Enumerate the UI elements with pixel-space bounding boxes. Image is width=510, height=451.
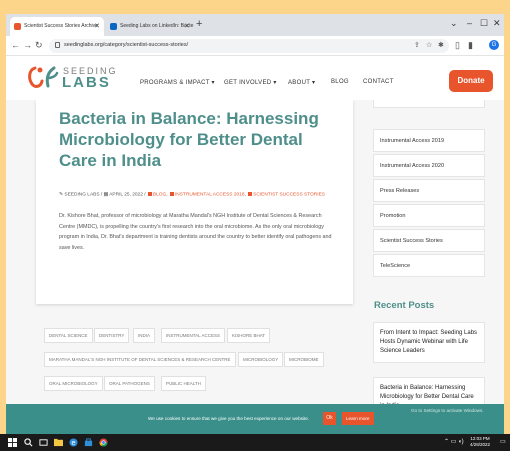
reload-icon[interactable]: ↻ — [35, 40, 43, 51]
post-excerpt: Dr. Kishore Bhat, professor of microbiol… — [59, 213, 332, 251]
taskbar: e ⌃ ▭ ◖) 12:03 PM 4/28/2022 ▭ — [0, 434, 510, 451]
recent-post-link[interactable]: Bacteria in Balance: Harnessing Microbio… — [373, 377, 485, 404]
nav-contact[interactable]: CONTACT — [363, 79, 394, 85]
nav-blog[interactable]: BLOG — [331, 79, 349, 85]
search-icon[interactable] — [24, 438, 33, 447]
edge-browser-icon[interactable]: e — [69, 438, 78, 447]
seeding-labs-favicon-icon — [14, 23, 21, 30]
taskbar-clock[interactable]: 12:03 PM 4/28/2022 — [470, 436, 490, 448]
tag-chip[interactable]: ORAL MICROBIOLOGY — [44, 376, 103, 391]
back-arrow-icon[interactable]: ← — [11, 40, 20, 50]
cookie-learn-more-button[interactable]: Learn more — [342, 412, 374, 425]
tab-label: Scientist Success Stories Archive — [24, 23, 98, 29]
folder-icon — [248, 192, 253, 196]
windows-activation-watermark: Go to Settings to activate Windows. — [411, 408, 484, 413]
sidebar-category-link[interactable]: Press Releases — [373, 179, 485, 202]
post-card: Bacteria in Balance: Harnessing Microbio… — [36, 100, 353, 304]
nav-programs-impact[interactable]: PROGRAMS & IMPACT ▾ — [140, 79, 215, 86]
store-icon[interactable] — [84, 438, 93, 447]
profile-avatar[interactable]: G — [489, 40, 499, 50]
close-tab-icon[interactable]: ✕ — [184, 22, 190, 30]
sidebar-category-link[interactable]: Scientist Success Stories — [373, 229, 485, 252]
lock-icon — [55, 42, 60, 48]
tag-chip[interactable]: INSTRUMENTAL ACCESS — [161, 328, 226, 343]
tab-search-icon[interactable]: ⌄ — [450, 18, 458, 29]
file-explorer-icon[interactable] — [54, 438, 63, 447]
bookmark-star-icon[interactable]: ☆ — [426, 41, 432, 49]
sidebar-category-link[interactable]: Promotion — [373, 204, 485, 227]
category-instrumental-access[interactable]: INSTRUMENTAL ACCESS 2018 — [175, 192, 245, 197]
sidebar-category-link[interactable] — [373, 100, 485, 108]
logo-wordmark-bottom: LABS — [62, 74, 111, 91]
system-tray-icons[interactable]: ⌃ ▭ ◖) — [444, 438, 464, 445]
minimize-icon[interactable]: – — [467, 18, 472, 28]
task-view-icon[interactable] — [39, 438, 48, 447]
extensions-icon[interactable]: ✱ — [438, 41, 444, 49]
toolbar: ← → ↻ seedinglabs.org/category/scientist… — [6, 36, 504, 56]
new-tab-button[interactable]: + — [196, 18, 202, 30]
sidebar-category-link[interactable]: Instrumental Access 2020 — [373, 154, 485, 177]
side-panel-icon[interactable]: ▯ — [455, 40, 460, 51]
main-content: Bacteria in Balance: Harnessing Microbio… — [6, 100, 504, 404]
tag-chip[interactable]: MARATHA MANDAL'S NGH INSTITUTE OF DENTAL… — [44, 352, 236, 367]
address-bar[interactable]: seedinglabs.org/category/scientist-succe… — [49, 39, 449, 53]
tag-chip[interactable]: MICROBIOLOGY — [238, 352, 284, 367]
sidebar-category-link[interactable]: TeleScience — [373, 254, 485, 277]
forward-arrow-icon[interactable]: → — [23, 40, 32, 50]
sidebar-icon[interactable]: ▮ — [468, 40, 473, 51]
browser-window: Scientist Success Stories Archive ✕ Seed… — [6, 14, 504, 434]
clock-date: 4/28/2022 — [470, 442, 491, 447]
url-text[interactable]: seedinglabs.org/category/scientist-succe… — [64, 42, 188, 48]
folder-icon — [147, 192, 152, 196]
cookie-message: We use cookies to ensure that we give yo… — [148, 416, 310, 421]
svg-text:e: e — [72, 438, 76, 447]
tag-chip[interactable]: ORAL PATHOGENS — [104, 376, 155, 391]
category-blog[interactable]: BLOG — [153, 192, 166, 197]
tag-chip[interactable]: INDIA — [133, 328, 156, 343]
cookie-ok-button[interactable]: Ok — [323, 412, 336, 425]
cookie-banner: We use cookies to ensure that we give yo… — [6, 404, 504, 434]
linkedin-favicon-icon — [110, 23, 117, 30]
nav-get-involved[interactable]: GET INVOLVED ▾ — [224, 79, 277, 86]
share-icon[interactable]: ⇪ — [414, 41, 420, 49]
tag-chip[interactable]: KISHORE BHAT — [227, 328, 271, 343]
close-window-icon[interactable]: ✕ — [493, 18, 501, 29]
seeding-labs-logo-icon[interactable] — [26, 64, 60, 90]
close-tab-icon[interactable]: ✕ — [94, 22, 100, 30]
chrome-icon[interactable] — [99, 438, 108, 447]
notification-icon[interactable]: ▭ — [500, 438, 506, 445]
sidebar-category-link[interactable]: Instrumental Access 2019 — [373, 129, 485, 152]
pen-icon: ✎ — [59, 192, 64, 198]
category-scientist-success[interactable]: SCIENTIST SUCCESS STORIES — [253, 192, 325, 197]
post-meta: ✎ SEEDING LABS / ▦ APRIL 25, 2022 / BLOG… — [59, 192, 325, 198]
windows-start-icon[interactable] — [8, 438, 17, 447]
tag-chip[interactable]: MICROBIOME — [284, 352, 324, 367]
recent-post-link[interactable]: From Intent to Impact: Seeding Labs Host… — [373, 322, 485, 363]
tag-chip[interactable]: DENTAL SCIENCE — [44, 328, 93, 343]
tag-chip[interactable]: PUBLIC HEALTH — [161, 376, 206, 391]
nav-about[interactable]: ABOUT ▾ — [288, 79, 315, 86]
post-title[interactable]: Bacteria in Balance: Harnessing Microbio… — [59, 108, 339, 171]
folder-icon — [169, 192, 174, 196]
post-date: APRIL 25, 2022 — [109, 192, 143, 198]
tag-chip[interactable]: DENTISTRY — [94, 328, 130, 343]
tab-strip: Scientist Success Stories Archive ✕ Seed… — [6, 14, 504, 36]
site-header: SEEDING LABS PROGRAMS & IMPACT ▾ GET INV… — [6, 56, 504, 100]
calendar-icon: ▦ — [103, 192, 109, 198]
tab-scientist-success-stories[interactable]: Scientist Success Stories Archive ✕ — [10, 17, 104, 36]
tab-label: Seeding Labs on LinkedIn: Bacte — [120, 23, 194, 29]
maximize-icon[interactable]: ☐ — [480, 18, 488, 29]
menu-kebab-icon[interactable]: ⋮ — [502, 40, 504, 51]
recent-posts-heading: Recent Posts — [374, 300, 435, 311]
tab-linkedin[interactable]: Seeding Labs on LinkedIn: Bacte ✕ — [106, 17, 194, 36]
post-author[interactable]: SEEDING LABS — [64, 192, 99, 197]
donate-button[interactable]: Donate — [449, 70, 493, 92]
